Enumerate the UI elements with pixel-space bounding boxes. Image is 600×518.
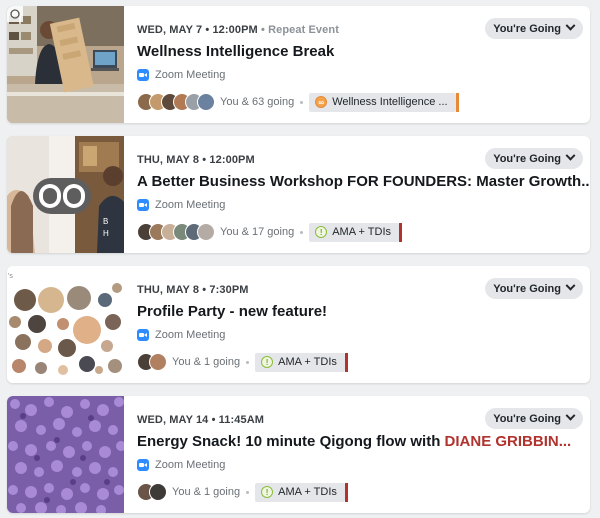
event-title-highlight[interactable]: DIANE GRIBBIN... (445, 433, 572, 450)
event-title[interactable]: Profile Party - new feature! (137, 303, 327, 320)
chevron-down-icon (565, 150, 576, 161)
exclamation-icon: ! (261, 356, 274, 368)
event-card[interactable]: WED, MAY 14 • 11:45AM Energy Snack! 10 m… (7, 396, 590, 513)
event-location: Zoom Meeting (137, 199, 225, 211)
event-tag[interactable]: ! AMA + TDIs (255, 352, 345, 372)
event-thumbnail-image: B H (7, 136, 124, 253)
event-location: Zoom Meeting (137, 69, 225, 81)
event-card[interactable]: B H THU, MAY 8 • 12:00PM A Better Busine… (7, 136, 590, 253)
avatar (197, 223, 215, 241)
svg-text:H: H (103, 229, 109, 238)
event-title[interactable]: Energy Snack! 10 minute Qigong flow with… (137, 433, 571, 450)
event-date: WED, MAY 7 • 12:00PM • Repeat Event (137, 24, 339, 36)
event-tag-label: AMA + TDIs (278, 486, 337, 498)
event-time: 12:00PM (212, 24, 258, 36)
rsvp-label: You're Going (493, 282, 561, 295)
going-count: You & 1 going (172, 356, 241, 368)
avatar (149, 483, 167, 501)
event-date: THU, MAY 8 • 7:30PM (137, 284, 249, 296)
event-title-text[interactable]: Wellness Intelligence Break (137, 43, 334, 60)
zoom-icon (137, 459, 149, 471)
chevron-down-icon (565, 20, 576, 31)
event-attendees: You & 17 going ! AMA + TDIs (137, 222, 403, 242)
attendee-avatars[interactable] (137, 483, 167, 501)
event-thumbnail[interactable] (7, 396, 124, 513)
event-thumbnail[interactable] (7, 6, 124, 123)
rsvp-dropdown-button[interactable]: You're Going (485, 18, 583, 39)
repeat-event-label: Repeat Event (268, 24, 339, 36)
rsvp-label: You're Going (493, 412, 561, 425)
event-tag[interactable]: ∞ Wellness Intelligence ... (309, 92, 456, 112)
separator-dot (246, 360, 250, 364)
tag-color-bar (344, 482, 348, 502)
event-time: 7:30PM (209, 284, 249, 296)
event-time: 12:00PM (209, 154, 255, 166)
tag-color-bar (344, 352, 348, 372)
event-attendees: You & 1 going ! AMA + TDIs (137, 352, 348, 372)
event-tag-label: AMA + TDIs (332, 226, 392, 238)
going-count: You & 63 going (220, 96, 295, 108)
avatar (149, 353, 167, 371)
exclamation-icon: ! (315, 226, 328, 238)
event-location-label: Zoom Meeting (155, 329, 226, 341)
event-thumbnail[interactable]: B H (7, 136, 124, 253)
rsvp-label: You're Going (493, 152, 561, 165)
event-location-label: Zoom Meeting (155, 69, 226, 81)
zoom-icon (137, 329, 149, 341)
svg-text:'s: 's (8, 273, 13, 280)
event-thumbnail[interactable]: 's (7, 266, 124, 383)
event-attendees: You & 63 going ∞ Wellness Intelligence .… (137, 92, 459, 112)
link-icon: ∞ (315, 96, 328, 108)
separator-dot (246, 490, 250, 494)
event-title-text[interactable]: Energy Snack! 10 minute Qigong flow with (137, 433, 445, 450)
event-location-label: Zoom Meeting (155, 459, 226, 471)
event-location-label: Zoom Meeting (155, 199, 226, 211)
rsvp-dropdown-button[interactable]: You're Going (485, 148, 583, 169)
event-card[interactable]: 's THU, MAY 8 • 7:30PM Profile Party - n… (7, 266, 590, 383)
separator-dot (300, 230, 304, 234)
event-date-day: WED, MAY 14 (137, 414, 209, 426)
event-date-day: WED, MAY 7 (137, 24, 203, 36)
exclamation-icon: ! (261, 486, 274, 498)
event-date-day: THU, MAY 8 (137, 154, 200, 166)
event-date-day: THU, MAY 8 (137, 284, 200, 296)
avatar (197, 93, 215, 111)
event-time: 11:45AM (218, 414, 265, 426)
event-title[interactable]: A Better Business Workshop FOR FOUNDERS:… (137, 173, 590, 190)
event-tag[interactable]: ! AMA + TDIs (309, 222, 400, 242)
event-card[interactable]: WED, MAY 7 • 12:00PM • Repeat Event Well… (7, 6, 590, 123)
attendee-avatars[interactable] (137, 353, 167, 371)
attendee-avatars[interactable] (137, 93, 215, 111)
svg-text:B: B (103, 217, 108, 226)
event-date: WED, MAY 14 • 11:45AM (137, 414, 265, 426)
event-title-text[interactable]: Profile Party - new feature! (137, 303, 327, 320)
event-tag-label: Wellness Intelligence ... (332, 96, 448, 108)
going-count: You & 17 going (220, 226, 295, 238)
rsvp-label: You're Going (493, 22, 561, 35)
separator-dot (300, 100, 304, 104)
event-thumbnail-image (7, 6, 124, 123)
event-tag[interactable]: ! AMA + TDIs (255, 482, 345, 502)
going-count: You & 1 going (172, 486, 241, 498)
chevron-down-icon (565, 280, 576, 291)
zoom-icon (137, 69, 149, 81)
tag-color-bar (455, 92, 459, 112)
event-thumbnail-image (7, 396, 124, 513)
event-location: Zoom Meeting (137, 459, 225, 471)
zoom-icon (137, 199, 149, 211)
event-tag-label: AMA + TDIs (278, 356, 337, 368)
tag-color-bar (399, 222, 403, 242)
event-date: THU, MAY 8 • 12:00PM (137, 154, 255, 166)
event-thumbnail-image: 's (7, 266, 124, 383)
chevron-down-icon (565, 410, 576, 421)
rsvp-dropdown-button[interactable]: You're Going (485, 278, 583, 299)
event-attendees: You & 1 going ! AMA + TDIs (137, 482, 348, 502)
event-location: Zoom Meeting (137, 329, 225, 341)
attendee-avatars[interactable] (137, 223, 215, 241)
event-title[interactable]: Wellness Intelligence Break (137, 43, 334, 60)
rsvp-dropdown-button[interactable]: You're Going (485, 408, 583, 429)
event-title-text[interactable]: A Better Business Workshop FOR FOUNDERS:… (137, 173, 590, 190)
